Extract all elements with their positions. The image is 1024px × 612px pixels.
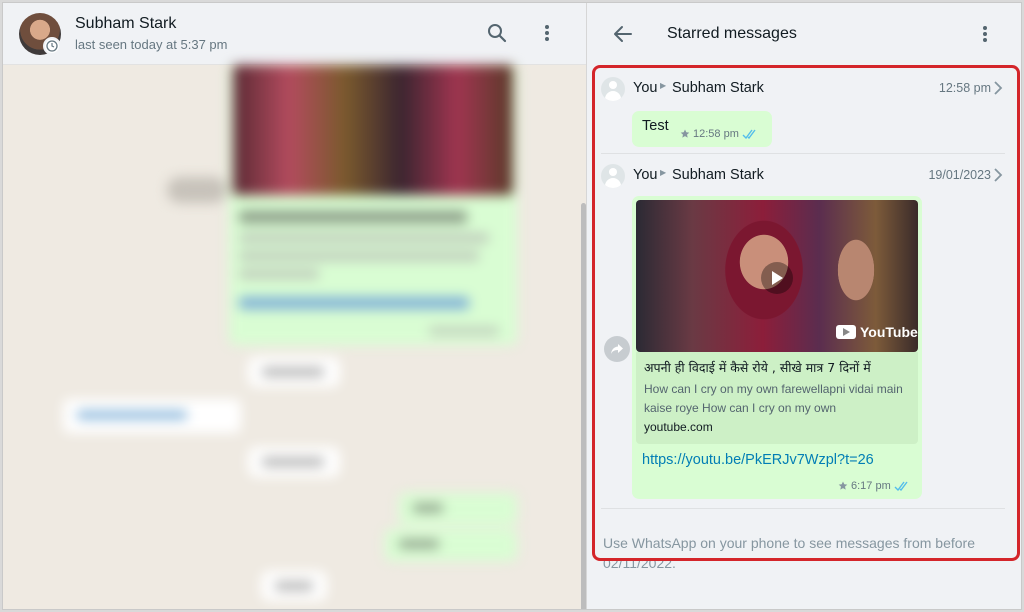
last-seen-status: last seen today at 5:37 pm (75, 37, 228, 52)
search-icon[interactable] (485, 21, 509, 45)
chat-header: Subham Stark last seen today at 5:37 pm (3, 3, 586, 65)
blurred-conversation (3, 65, 586, 609)
highlight-annotation (592, 65, 1020, 561)
starred-messages-panel: Starred messages You ▶ Subham Stark 12:5… (586, 3, 1021, 609)
menu-icon[interactable] (535, 21, 559, 45)
menu-icon[interactable] (973, 22, 997, 46)
blurred-outgoing-message (399, 493, 517, 525)
blurred-incoming-message (63, 399, 241, 433)
blurred-media-message (229, 65, 517, 345)
status-clock-icon (43, 37, 61, 55)
blurred-date-chip (248, 447, 340, 477)
starred-header: Starred messages (587, 3, 1021, 65)
blurred-outgoing-message (385, 529, 517, 561)
chat-panel: Subham Stark last seen today at 5:37 pm (3, 3, 586, 609)
app-window: Subham Stark last seen today at 5:37 pm (2, 2, 1022, 610)
blurred-date-chip (248, 357, 340, 387)
back-arrow-icon[interactable] (611, 22, 635, 46)
blurred-forward-button (167, 177, 227, 203)
starred-title: Starred messages (667, 25, 797, 42)
contact-name[interactable]: Subham Stark (75, 15, 176, 33)
blurred-date-chip (261, 571, 327, 601)
